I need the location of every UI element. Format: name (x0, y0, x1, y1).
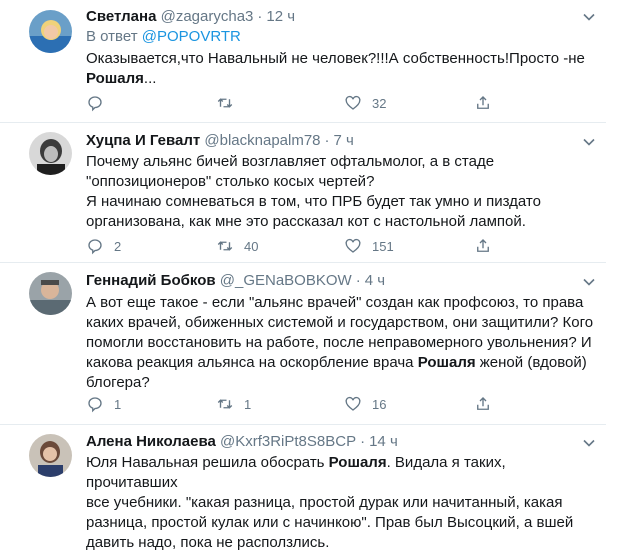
author-handle[interactable]: @zagarycha3 (161, 8, 254, 25)
author-handle[interactable]: @Kxrf3RiPt8S8BCP (220, 433, 356, 450)
like-button[interactable]: 151 (344, 236, 394, 256)
retweet-count: 40 (244, 238, 259, 254)
like-icon (345, 396, 361, 411)
tweet-text-line: Оказывается,что Навальный не человек?!!!… (86, 50, 585, 67)
reply-prefix: В ответ (86, 28, 138, 45)
tweet-text-fragment: женой (вдовой) (475, 354, 587, 371)
share-icon (477, 96, 489, 109)
separator-dot: · (257, 8, 263, 25)
reply-icon (88, 397, 102, 413)
retweet-count: 1 (244, 396, 252, 412)
timestamp[interactable]: 14 ч (369, 433, 398, 450)
share-button[interactable] (474, 236, 492, 256)
tweet-text-fragment: Юля Навальная решила обосрать (86, 454, 329, 471)
reply-button[interactable]: 2 (86, 236, 121, 256)
retweet-icon (217, 399, 233, 409)
reply-icon (88, 239, 102, 255)
reply-target-link[interactable]: @POPOVRTR (142, 28, 241, 45)
chevron-down-icon[interactable] (582, 135, 596, 149)
tweet-text-line: блогера? (86, 374, 150, 391)
tweet[interactable]: Светлана @zagarycha3 · 12 ч В ответ @POPOV… (0, 0, 606, 123)
tweet-text-line: А вот еще такое - если "альянс врачей" с… (86, 294, 584, 311)
reply-button[interactable] (86, 93, 114, 113)
share-icon (477, 239, 489, 252)
highlight-term: Рошаля (417, 354, 476, 371)
highlight-term: Рошаля (328, 454, 387, 471)
reply-button[interactable]: 1 (86, 394, 121, 414)
like-count: 32 (372, 95, 387, 111)
tweet[interactable]: Алена Николаева @Kxrf3RiPt8S8BCP · 14 ч Юл… (0, 424, 606, 551)
like-button[interactable]: 32 (344, 93, 386, 113)
retweet-icon (217, 98, 233, 108)
tweet-text: Оказывается,что Навальный не человек?!!!… (86, 49, 596, 89)
like-button[interactable]: 16 (344, 394, 386, 414)
timestamp[interactable]: 4 ч (365, 272, 385, 289)
tweet-text: Юля Навальная решила обосрать Рошаля. Ви… (86, 453, 601, 553)
retweet-button[interactable] (216, 93, 244, 113)
separator-dot: · (355, 272, 361, 289)
author-name[interactable]: Светлана (86, 8, 156, 25)
tweet-text-line: Рошаля... (86, 69, 596, 89)
like-count: 16 (372, 396, 387, 412)
reply-count: 1 (114, 396, 122, 412)
separator-dot: · (324, 132, 330, 149)
author-name[interactable]: Геннадий Бобков (86, 272, 216, 289)
tweet[interactable]: Геннадий Бобков @_GENaBOBKOW · 4 ч А вот е… (0, 262, 606, 425)
retweet-button[interactable]: 40 (216, 236, 258, 256)
separator-dot: · (360, 433, 366, 450)
tweet-text-line: организована, как мне это рассказал кот … (86, 213, 526, 230)
tweet-text-line: все учебники. "какая разница, простой ду… (86, 494, 563, 511)
tweet-text-line: Почему альянс бичей возглавляет офтальмо… (86, 153, 495, 170)
highlight-term: Рошаля (86, 70, 144, 87)
share-icon (477, 397, 489, 410)
retweet-icon (217, 241, 233, 251)
tweet-text-line: какова реакция альянса на оскорбление вр… (86, 353, 601, 373)
like-count: 151 (372, 238, 394, 254)
tweet-text: А вот еще такое - если "альянс врачей" с… (86, 293, 601, 393)
avatar[interactable] (29, 434, 72, 477)
tweet-text-line: Я начинаю сомневаться в том, что ПРБ буд… (86, 193, 541, 210)
reply-count: 2 (114, 238, 122, 254)
like-icon (345, 95, 361, 110)
author-handle[interactable]: @blacknapalm78 (204, 132, 320, 149)
chevron-down-icon[interactable] (582, 10, 596, 24)
chevron-down-icon[interactable] (582, 275, 596, 289)
author-name[interactable]: Алена Николаева (86, 433, 216, 450)
tweet[interactable]: Хуцпа И Гевалт @blacknapalm78 · 7 ч Почему… (0, 122, 606, 263)
tweet-text-line: Юля Навальная решила обосрать Рошаля. Ви… (86, 453, 601, 493)
tweet-text-line: помогли восстановить на работе, после не… (86, 334, 592, 351)
avatar[interactable] (29, 272, 72, 315)
tweet-text-line: давить надо, пока не расползлись. (86, 534, 330, 551)
tweet-text-fragment: какова реакция альянса на оскорбление вр… (86, 354, 418, 371)
share-button[interactable] (474, 394, 492, 414)
like-icon (345, 238, 361, 253)
author-handle[interactable]: @_GENaBOBKOW (220, 272, 352, 289)
tweet-text-line: "оппозиционеров" столько косых чертей? (86, 173, 375, 190)
reply-icon (88, 96, 102, 112)
chevron-down-icon[interactable] (582, 436, 596, 450)
timestamp[interactable]: 7 ч (334, 132, 354, 149)
tweet-text-fragment: ... (143, 70, 157, 87)
timestamp[interactable]: 12 ч (266, 8, 295, 25)
retweet-button[interactable]: 1 (216, 394, 251, 414)
author-name[interactable]: Хуцпа И Гевалт (86, 132, 200, 149)
avatar[interactable] (29, 132, 72, 175)
avatar[interactable] (29, 10, 72, 53)
tweet-text-line: каких врачей, обиженных системой и госуд… (86, 314, 594, 331)
share-button[interactable] (474, 93, 492, 113)
tweet-text: Почему альянс бичей возглавляет офтальмо… (86, 152, 601, 232)
tweet-text-line: разница, простой кулак или с начинкою". … (86, 514, 574, 531)
